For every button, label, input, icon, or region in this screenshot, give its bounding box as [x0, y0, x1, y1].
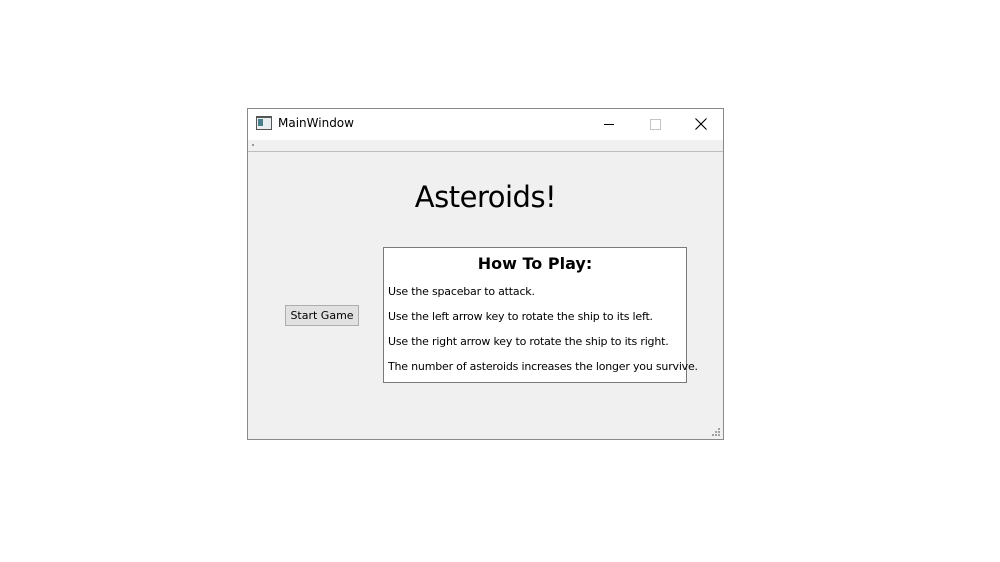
instruction-line: The number of asteroids increases the lo… [388, 360, 698, 373]
start-game-button[interactable]: Start Game [285, 305, 359, 326]
resize-grip-icon[interactable] [712, 428, 721, 437]
window-title: MainWindow [278, 116, 354, 130]
menu-bar-grip [252, 144, 254, 146]
close-icon [695, 118, 707, 130]
instructions-panel: How To Play: Use the spacebar to attack.… [383, 247, 698, 383]
menu-bar [248, 140, 723, 152]
title-bar[interactable]: MainWindow [248, 109, 723, 140]
close-button[interactable] [678, 109, 724, 140]
instruction-line: Use the left arrow key to rotate the shi… [388, 310, 653, 323]
instruction-line: Use the right arrow key to rotate the sh… [388, 335, 669, 348]
instruction-line: Use the spacebar to attack. [388, 285, 535, 298]
maximize-button[interactable] [632, 109, 678, 140]
instructions-title: How To Play: [477, 254, 593, 273]
main-window: MainWindow Asteroids! Start Game How To … [247, 108, 724, 440]
minimize-button[interactable] [586, 109, 632, 140]
app-window-icon[interactable] [256, 116, 272, 130]
game-title: Asteroids! [414, 180, 557, 214]
